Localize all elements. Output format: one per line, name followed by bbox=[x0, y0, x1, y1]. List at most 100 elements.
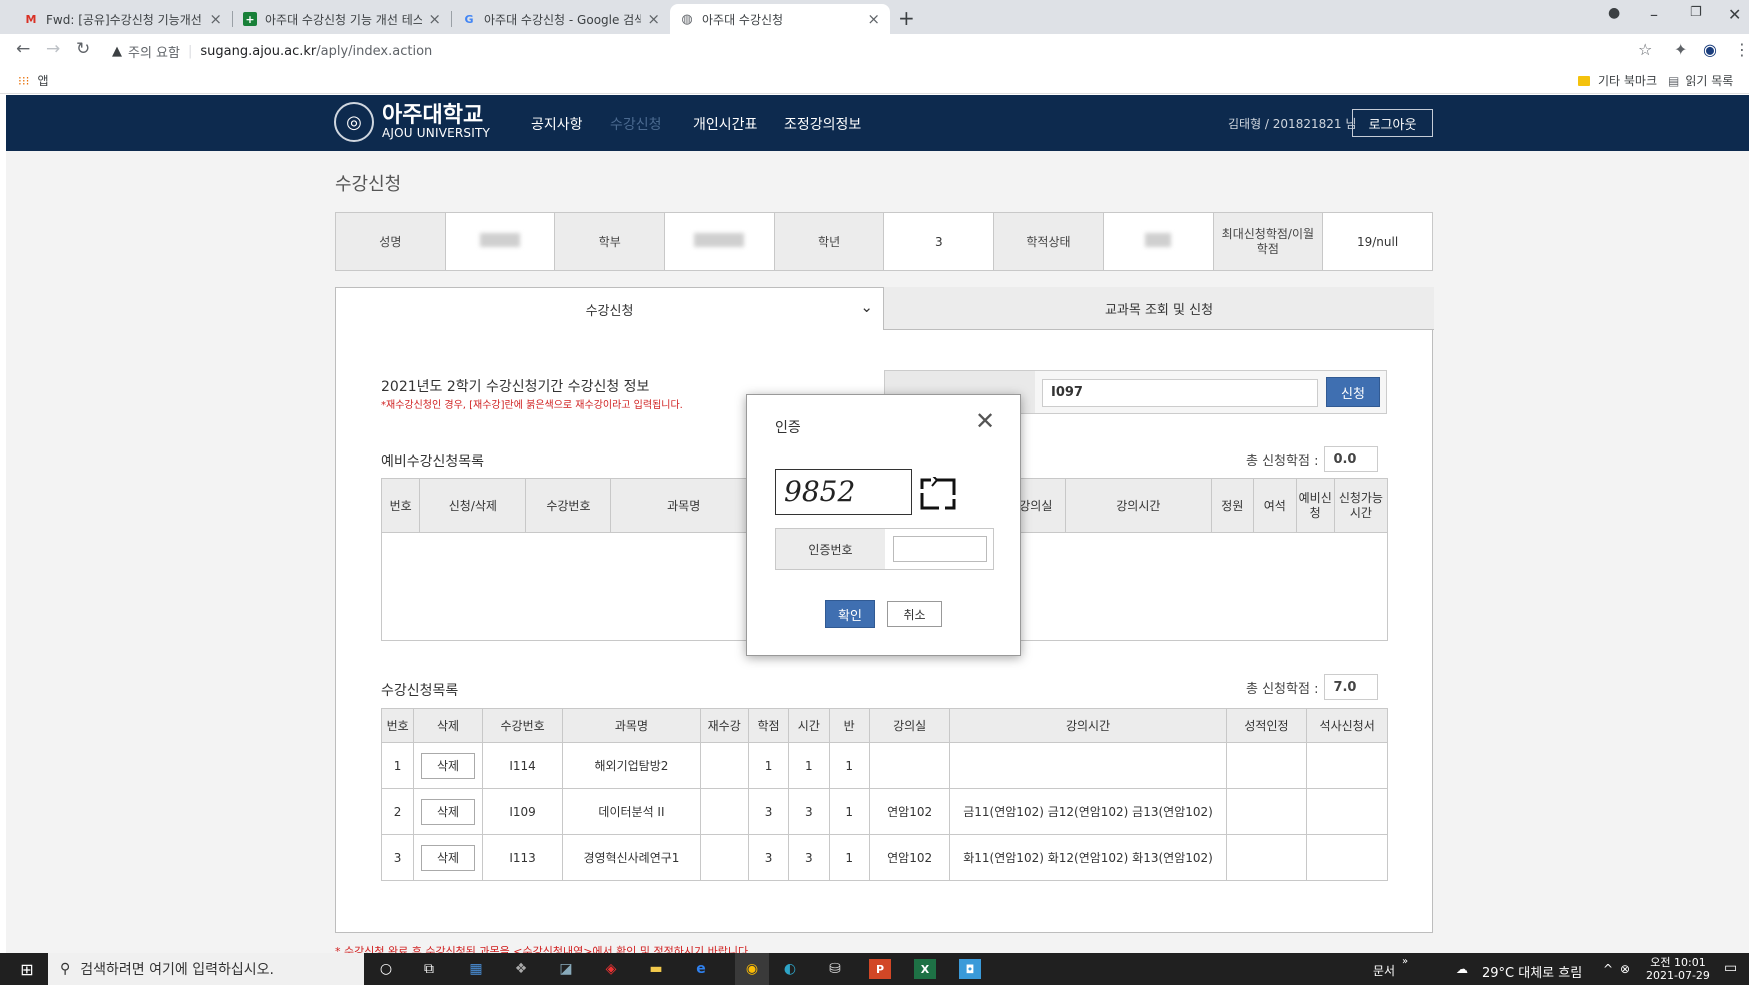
auth-code-input[interactable] bbox=[893, 536, 987, 562]
reading-list[interactable]: ▤ 읽기 목록 bbox=[1668, 72, 1733, 89]
student-info-table: 성명 학부 학년 3 학적상태 최대신청학점/이월학점 19/null bbox=[335, 212, 1433, 271]
powerpoint-icon[interactable]: P bbox=[869, 959, 891, 979]
edge-icon[interactable]: ◐ bbox=[779, 959, 801, 979]
dialog-title: 인증 bbox=[775, 420, 801, 436]
chevron-down-icon[interactable]: ⌄ bbox=[860, 298, 873, 316]
apps-shortcut[interactable]: ⁝⁝⁝ 앱 bbox=[18, 72, 49, 89]
file-explorer-icon[interactable]: ▬ bbox=[645, 959, 667, 979]
browser-tab-google-search[interactable]: G 아주대 수강신청 - Google 검색 × bbox=[452, 4, 670, 34]
profile-avatar-icon[interactable]: ◉ bbox=[1703, 40, 1717, 59]
menu-timetable[interactable]: 개인시간표 bbox=[693, 114, 757, 134]
warning-icon[interactable]: ▲ bbox=[112, 44, 122, 59]
pre-credit-total: 총 신청학점 : 0.0 bbox=[1246, 446, 1379, 472]
new-tab-button[interactable]: + bbox=[898, 6, 915, 30]
apps-grid-icon: ⁝⁝⁝ bbox=[18, 73, 30, 88]
browser-toolbar: ← → ↻ ▲ 주의 요함 | sugang.ajou.ac.kr/aply/i… bbox=[0, 34, 1749, 66]
table-row: 2 삭제 I109 데이터분석 II 3 3 1 연암102 금11(연암102… bbox=[380, 788, 1388, 835]
delete-button[interactable]: 삭제 bbox=[421, 752, 476, 779]
task-view-icon[interactable]: ⧉ bbox=[418, 959, 440, 979]
table-row: 3 삭제 I113 경영혁신사례연구1 3 3 1 연암102 화11(연암10… bbox=[380, 834, 1388, 881]
restore-icon[interactable]: ❐ bbox=[1690, 5, 1702, 20]
enrolled-list-title: 수강신청목록 bbox=[381, 683, 459, 699]
taskbar-search[interactable]: ⚲ 검색하려면 여기에 입력하십시오. bbox=[48, 953, 364, 985]
app-icon[interactable]: ⛁ bbox=[824, 959, 846, 979]
reload-icon[interactable]: ↻ bbox=[76, 39, 90, 59]
window-close-icon[interactable]: ✕ bbox=[1728, 5, 1741, 24]
apply-button[interactable]: 신청 bbox=[1326, 377, 1380, 407]
blurred-value bbox=[480, 233, 521, 247]
minimize-icon[interactable]: – bbox=[1650, 5, 1658, 24]
windows-start-icon[interactable]: ⊞ bbox=[16, 959, 38, 979]
folder-icon bbox=[1578, 75, 1590, 86]
cortana-icon[interactable]: ○ bbox=[375, 959, 397, 979]
user-info: 김태형 / 201821821 님 bbox=[1228, 117, 1357, 131]
browser-tab-gmail[interactable]: M Fwd: [공유]수강신청 기능개선 ㅌ × bbox=[14, 4, 232, 34]
refresh-captcha-icon[interactable] bbox=[919, 477, 957, 511]
chevron-up-icon[interactable]: ^ bbox=[1603, 962, 1613, 976]
browser-tab-sheets[interactable]: + 아주대 수강신청 기능 개선 테스 × bbox=[233, 4, 451, 34]
tab-registration[interactable]: 수강신청 ⌄ bbox=[336, 288, 883, 330]
weather-text[interactable]: 29°C 대체로 흐림 bbox=[1482, 962, 1582, 981]
confirm-button[interactable]: 확인 bbox=[825, 600, 875, 628]
cancel-button[interactable]: 취소 bbox=[887, 601, 942, 627]
tab-course-search[interactable]: 교과목 조회 및 신청 bbox=[883, 287, 1434, 330]
close-tab-icon[interactable]: × bbox=[209, 10, 222, 28]
site-header: ◎ 아주대학교 AJOU UNIVERSITY 공지사항 수강신청 개인시간표 … bbox=[6, 95, 1749, 151]
captcha-dialog: 인증 ✕ 9852 인증번호 확인 취소 bbox=[746, 394, 1021, 656]
address-bar[interactable]: ▲ 주의 요함 | sugang.ajou.ac.kr/aply/index.a… bbox=[112, 42, 432, 61]
reading-list-icon: ▤ bbox=[1668, 73, 1680, 88]
close-tab-icon[interactable]: × bbox=[647, 10, 660, 28]
windows-taskbar: ⊞ ⚲ 검색하려면 여기에 입력하십시오. ○ ⧉ ▦ ❖ ◪ ◈ ▬ e ◉ … bbox=[0, 953, 1749, 985]
course-code-input[interactable]: I097 bbox=[1042, 379, 1318, 407]
bottom-notice: * 수강신청 완료 후 수강신청된 과목을 <수강신청내역>에서 확인 및 정정… bbox=[335, 945, 752, 953]
docs-toolbar[interactable]: 문서 bbox=[1373, 962, 1395, 979]
close-tab-icon[interactable]: × bbox=[428, 10, 441, 28]
taskbar-clock[interactable]: 오전 10:01 2021-07-29 bbox=[1646, 956, 1710, 982]
browser-tab-strip: M Fwd: [공유]수강신청 기능개선 ㅌ × + 아주대 수강신청 기능 개… bbox=[0, 0, 1749, 34]
name-value bbox=[444, 212, 556, 271]
captcha-image: 9852 bbox=[775, 469, 912, 515]
notification-icon[interactable]: ▭ bbox=[1724, 960, 1737, 976]
menu-adjusted-courses[interactable]: 조정강의정보 bbox=[784, 114, 861, 134]
internet-explorer-icon[interactable]: e bbox=[690, 959, 712, 979]
blurred-value bbox=[694, 233, 745, 247]
extensions-icon[interactable]: ✦ bbox=[1674, 40, 1687, 59]
sheets-icon: + bbox=[243, 12, 257, 26]
close-icon[interactable]: ✕ bbox=[975, 409, 995, 433]
bookmarks-bar: ⁝⁝⁝ 앱 기타 북마크 ▤ 읽기 목록 bbox=[0, 66, 1749, 94]
bookmark-star-icon[interactable]: ☆ bbox=[1638, 40, 1652, 59]
google-icon: G bbox=[464, 12, 474, 26]
delete-button[interactable]: 삭제 bbox=[421, 798, 476, 825]
chevron-icon[interactable]: » bbox=[1402, 956, 1408, 967]
status-value bbox=[1102, 212, 1214, 271]
cloud-icon: ☁ bbox=[1456, 962, 1468, 976]
ajou-logo[interactable]: ◎ 아주대학교 AJOU UNIVERSITY bbox=[334, 102, 490, 142]
pre-list-title: 예비수강신청목록 bbox=[381, 454, 485, 470]
table-row: 1 삭제 I114 해외기업탐방2 1 1 1 bbox=[380, 742, 1388, 789]
app-icon[interactable]: ◈ bbox=[600, 959, 622, 979]
close-tab-icon[interactable]: × bbox=[867, 10, 880, 28]
forward-icon[interactable]: → bbox=[46, 39, 60, 59]
app-icon[interactable]: ❖ bbox=[510, 959, 532, 979]
app-icon[interactable]: ◘ bbox=[959, 959, 981, 979]
browser-tab-active[interactable]: ◍ 아주대 수강신청 × bbox=[670, 4, 890, 34]
calculator-icon[interactable]: ▦ bbox=[465, 959, 487, 979]
logout-button[interactable]: 로그아웃 bbox=[1352, 109, 1433, 137]
excel-icon[interactable]: X bbox=[914, 959, 936, 979]
profile-icon[interactable]: ● bbox=[1608, 5, 1620, 21]
retake-notice: *재수강신청인 경우, [재수강]란에 붉은색으로 재수강이라고 입력됩니다. bbox=[381, 400, 683, 411]
globe-icon: ◍ bbox=[681, 11, 693, 27]
app-icon[interactable]: ◪ bbox=[555, 959, 577, 979]
other-bookmarks[interactable]: 기타 북마크 bbox=[1578, 72, 1657, 89]
menu-registration[interactable]: 수강신청 bbox=[610, 114, 662, 134]
enrolled-table: 번호 삭제 수강번호 과목명 재수강 학점 시간 반 강의실 강의시간 성적인정… bbox=[380, 708, 1388, 881]
network-icon[interactable]: ⊗ bbox=[1620, 962, 1630, 976]
chrome-icon[interactable]: ◉ bbox=[735, 953, 769, 985]
gmail-icon: M bbox=[25, 12, 37, 26]
apply-heading: 2021년도 2학기 수강신청기간 수강신청 정보 bbox=[381, 379, 650, 395]
delete-button[interactable]: 삭제 bbox=[421, 844, 476, 871]
search-icon: ⚲ bbox=[60, 961, 71, 977]
menu-kebab-icon[interactable]: ⋮ bbox=[1734, 40, 1749, 59]
back-icon[interactable]: ← bbox=[16, 39, 30, 59]
menu-notice[interactable]: 공지사항 bbox=[531, 114, 583, 134]
